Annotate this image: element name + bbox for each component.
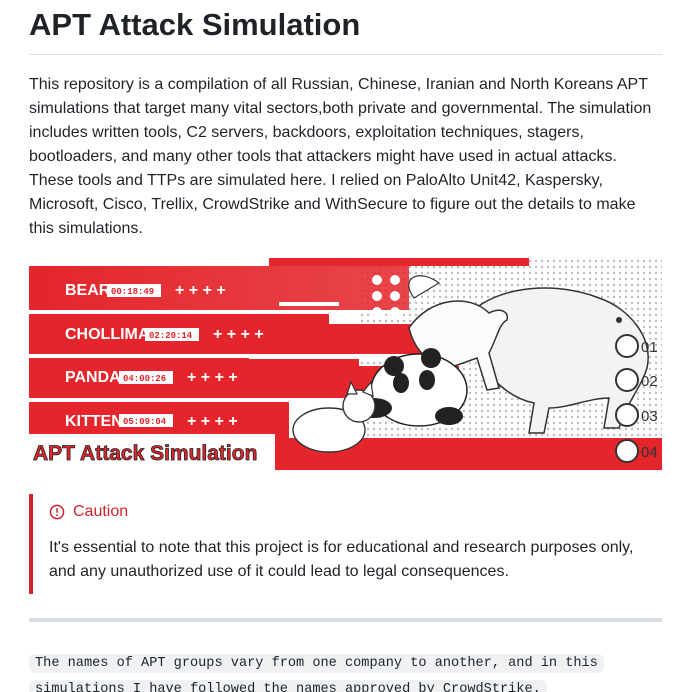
code-note: The names of APT groups vary from one co… xyxy=(29,650,662,692)
banner-row-number: 04 xyxy=(641,444,658,461)
readme-content: APT Attack Simulation This repository is… xyxy=(29,0,662,692)
banner-row-plus: + + + + xyxy=(213,326,264,343)
intro-paragraph: This repository is a compilation of all … xyxy=(29,76,652,237)
caution-callout: Caution It's essential to note that this… xyxy=(29,494,662,594)
banner-row-name: BEAR xyxy=(65,282,111,299)
banner-row-time: 00:18:49 xyxy=(111,287,154,297)
banner-row-time: 02:20:14 xyxy=(149,331,193,341)
code-note-line: simulations I have followed the names ap… xyxy=(29,680,547,692)
alert-icon xyxy=(49,504,65,520)
banner-row-time: 05:09:04 xyxy=(123,417,167,427)
banner-row-plus: + + + + xyxy=(187,369,238,386)
banner-image[interactable]: BEAR CHOLLIMA PANDA KITTEN 00:18:49 02:2… xyxy=(29,258,662,470)
caution-text: It's essential to note that this project… xyxy=(49,539,634,580)
banner-row-name: KITTEN xyxy=(65,413,123,430)
divider xyxy=(29,618,662,622)
code-note-line: The names of APT groups vary from one co… xyxy=(29,654,604,673)
banner-row-number: 01 xyxy=(641,339,658,356)
banner-row-plus: + + + + xyxy=(175,282,226,299)
banner-heading: APT Attack Simulation xyxy=(33,442,257,465)
banner-row-plus: + + + + xyxy=(187,413,238,430)
banner-row-time: 04:00:26 xyxy=(123,374,166,384)
page-title: APT Attack Simulation xyxy=(29,0,662,55)
banner-row-number: 03 xyxy=(641,408,658,425)
banner-row-number: 02 xyxy=(641,373,658,390)
caution-label: Caution xyxy=(73,503,129,520)
banner-row-name: CHOLLIMA xyxy=(65,326,150,343)
banner-row-name: PANDA xyxy=(65,369,121,386)
